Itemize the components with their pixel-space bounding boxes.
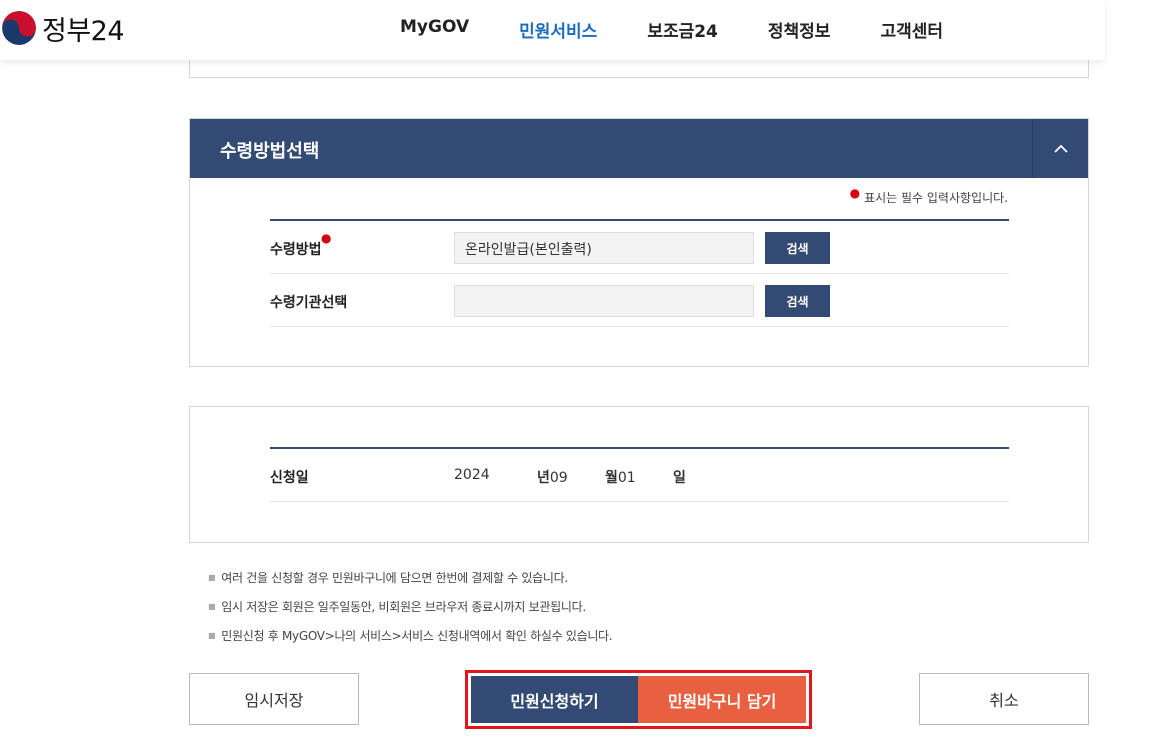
required-dot-icon: ● [849, 186, 861, 200]
application-date-label: 신청일 [270, 470, 309, 486]
logo-text: 정부24 [42, 15, 125, 47]
list-item: ■ 민원신청 후 MyGOV>나의 서비스>서비스 신청내역에서 확인 하실수 있… [208, 629, 613, 643]
receive-method-label: 수령방법 ● [270, 231, 332, 258]
date-year-unit: 년09 [537, 470, 568, 486]
nav-item-policy[interactable]: 정책정보 [768, 17, 831, 42]
receive-agency-search-button[interactable]: 검색 [765, 285, 830, 317]
main-nav: MyGOV 민원서비스 보조금24 정책정보 고객센터 [380, 17, 993, 42]
date-month-unit: 월01 [605, 470, 636, 486]
nav-item-subsidy[interactable]: 보조금24 [647, 17, 718, 42]
required-dot-icon: ● [321, 231, 332, 245]
nav-item-customer-center[interactable]: 고객센터 [880, 17, 943, 42]
application-date-panel: 신청일 2024 년09 월01 일 [189, 406, 1089, 543]
receive-agency-label: 수령기관선택 [270, 295, 348, 311]
panel-title: 수령방법선택 [220, 141, 320, 162]
receive-method-field[interactable]: 온라인발급(본인출력) [454, 232, 754, 264]
list-item: ■ 여러 건을 신청할 경우 민원바구니에 담으면 한번에 결제할 수 있습니다. [208, 571, 568, 585]
date-day-unit: 일 [673, 470, 686, 486]
chevron-up-icon [1053, 144, 1068, 153]
required-note: ● 표시는 필수 입력사항입니다. [849, 186, 1008, 205]
add-to-cart-button[interactable]: 민원바구니 담기 [638, 676, 806, 723]
receive-form-table: 수령방법 ● 온라인발급(본인출력) 검색 수령기관선택 검색 [270, 219, 1009, 327]
site-header: 정부24 MyGOV 민원서비스 보조금24 정책정보 고객센터 [0, 0, 1105, 60]
list-item: ■ 임시 저장은 회원은 일주일동안, 비회원은 브라우저 종료시까지 보관됩니다… [208, 600, 586, 614]
panel-header: 수령방법선택 [190, 119, 1088, 178]
receive-method-search-button[interactable]: 검색 [765, 232, 830, 264]
date-year: 2024 [454, 467, 490, 483]
form-row-receive-method: 수령방법 ● 온라인발급(본인출력) 검색 [270, 221, 1009, 274]
receive-agency-field[interactable] [454, 285, 754, 317]
receive-method-panel: 수령방법선택 ● 표시는 필수 입력사항입니다. 수령방법 ● 온라인발급(본인출력… [189, 118, 1089, 367]
form-row-receive-agency: 수령기관선택 검색 [270, 274, 1009, 327]
site-logo[interactable]: 정부24 [2, 9, 125, 47]
nav-item-civil-service[interactable]: 민원서비스 [519, 17, 597, 42]
collapse-toggle[interactable] [1032, 119, 1088, 178]
nav-item-mygov[interactable]: MyGOV [400, 17, 469, 42]
cancel-button[interactable]: 취소 [919, 673, 1089, 725]
notice-list: ■ 여러 건을 신청할 경우 민원바구니에 담으면 한번에 결제할 수 있습니다.… [208, 569, 613, 656]
government-emblem-icon [2, 11, 36, 45]
apply-button[interactable]: 민원신청하기 [471, 676, 638, 723]
date-form-table: 신청일 2024 년09 월01 일 [270, 447, 1009, 502]
temp-save-button[interactable]: 임시저장 [189, 673, 359, 725]
date-row: 신청일 2024 년09 월01 일 [270, 449, 1009, 502]
